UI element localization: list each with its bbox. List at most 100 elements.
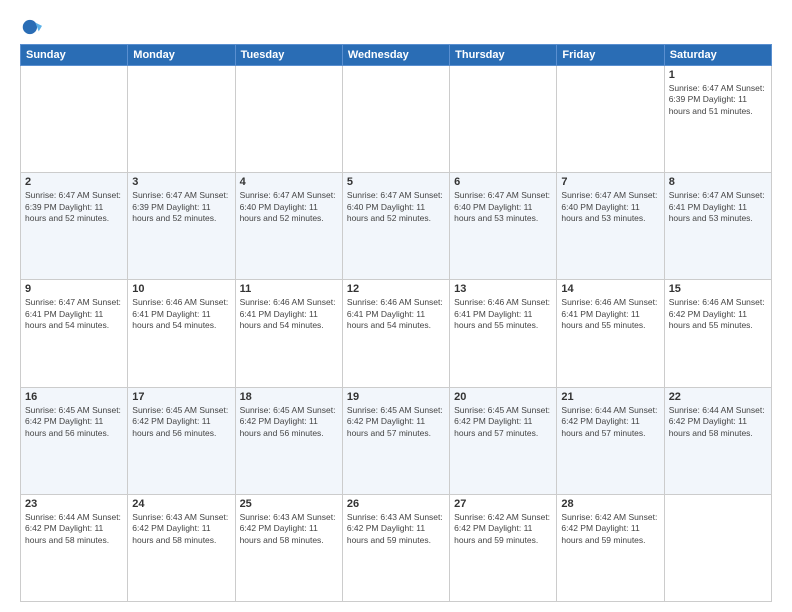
day-cell [128,66,235,173]
day-info: Sunrise: 6:47 AM Sunset: 6:41 PM Dayligh… [25,297,123,331]
weekday-header-wednesday: Wednesday [342,45,449,66]
day-number: 12 [347,283,445,295]
day-cell: 5 Sunrise: 6:47 AM Sunset: 6:40 PM Daylig… [342,173,449,280]
day-cell: 28 Sunrise: 6:42 AM Sunset: 6:42 PM Dayli… [557,494,664,601]
day-info: Sunrise: 6:46 AM Sunset: 6:41 PM Dayligh… [240,297,338,331]
day-cell: 22 Sunrise: 6:44 AM Sunset: 6:42 PM Dayli… [664,387,771,494]
day-cell: 27 Sunrise: 6:42 AM Sunset: 6:42 PM Dayli… [450,494,557,601]
day-number: 19 [347,391,445,403]
day-number: 3 [132,176,230,188]
day-number: 21 [561,391,659,403]
day-number: 25 [240,498,338,510]
day-number: 16 [25,391,123,403]
day-number: 2 [25,176,123,188]
day-info: Sunrise: 6:46 AM Sunset: 6:41 PM Dayligh… [347,297,445,331]
day-info: Sunrise: 6:42 AM Sunset: 6:42 PM Dayligh… [561,512,659,546]
day-info: Sunrise: 6:44 AM Sunset: 6:42 PM Dayligh… [561,405,659,439]
day-number: 27 [454,498,552,510]
day-cell: 9 Sunrise: 6:47 AM Sunset: 6:41 PM Daylig… [21,280,128,387]
day-number: 20 [454,391,552,403]
day-cell [342,66,449,173]
day-info: Sunrise: 6:45 AM Sunset: 6:42 PM Dayligh… [132,405,230,439]
week-row-0: 1Sunrise: 6:47 AM Sunset: 6:39 PM Daylig… [21,66,772,173]
day-info: Sunrise: 6:43 AM Sunset: 6:42 PM Dayligh… [132,512,230,546]
day-number: 26 [347,498,445,510]
day-info: Sunrise: 6:47 AM Sunset: 6:40 PM Dayligh… [561,190,659,224]
day-info: Sunrise: 6:43 AM Sunset: 6:42 PM Dayligh… [347,512,445,546]
day-cell: 20 Sunrise: 6:45 AM Sunset: 6:42 PM Dayli… [450,387,557,494]
week-row-4: 23 Sunrise: 6:44 AM Sunset: 6:42 PM Dayli… [21,494,772,601]
day-number: 9 [25,283,123,295]
day-info: Sunrise: 6:46 AM Sunset: 6:41 PM Dayligh… [132,297,230,331]
day-cell: 11 Sunrise: 6:46 AM Sunset: 6:41 PM Dayli… [235,280,342,387]
day-info: Sunrise: 6:47 AM Sunset: 6:39 PM Dayligh… [132,190,230,224]
day-info: Sunrise: 6:45 AM Sunset: 6:42 PM Dayligh… [25,405,123,439]
day-cell: 25 Sunrise: 6:43 AM Sunset: 6:42 PM Dayli… [235,494,342,601]
day-info: Sunrise: 6:45 AM Sunset: 6:42 PM Dayligh… [454,405,552,439]
day-cell: 19 Sunrise: 6:45 AM Sunset: 6:42 PM Dayli… [342,387,449,494]
day-cell: 12 Sunrise: 6:46 AM Sunset: 6:41 PM Dayli… [342,280,449,387]
day-cell: 2 Sunrise: 6:47 AM Sunset: 6:39 PM Daylig… [21,173,128,280]
day-cell: 1Sunrise: 6:47 AM Sunset: 6:39 PM Daylig… [664,66,771,173]
day-info: Sunrise: 6:46 AM Sunset: 6:41 PM Dayligh… [454,297,552,331]
day-cell: 13 Sunrise: 6:46 AM Sunset: 6:41 PM Dayli… [450,280,557,387]
day-cell [664,494,771,601]
day-cell: 23 Sunrise: 6:44 AM Sunset: 6:42 PM Dayli… [21,494,128,601]
week-row-3: 16 Sunrise: 6:45 AM Sunset: 6:42 PM Dayli… [21,387,772,494]
day-cell [235,66,342,173]
day-info: Sunrise: 6:45 AM Sunset: 6:42 PM Dayligh… [347,405,445,439]
day-number: 14 [561,283,659,295]
day-cell: 3 Sunrise: 6:47 AM Sunset: 6:39 PM Daylig… [128,173,235,280]
day-cell: 21 Sunrise: 6:44 AM Sunset: 6:42 PM Dayli… [557,387,664,494]
day-info: Sunrise: 6:47 AM Sunset: 6:40 PM Dayligh… [347,190,445,224]
day-cell: 24Sunrise: 6:43 AM Sunset: 6:42 PM Dayli… [128,494,235,601]
day-info: Sunrise: 6:44 AM Sunset: 6:42 PM Dayligh… [25,512,123,546]
day-number: 18 [240,391,338,403]
day-cell: 17 Sunrise: 6:45 AM Sunset: 6:42 PM Dayli… [128,387,235,494]
day-info: Sunrise: 6:47 AM Sunset: 6:39 PM Dayligh… [25,190,123,224]
page: SundayMondayTuesdayWednesdayThursdayFrid… [0,0,792,612]
day-info: Sunrise: 6:43 AM Sunset: 6:42 PM Dayligh… [240,512,338,546]
day-info: Sunrise: 6:47 AM Sunset: 6:41 PM Dayligh… [669,190,767,224]
day-number: 22 [669,391,767,403]
day-number: 17 [132,391,230,403]
day-cell: 6 Sunrise: 6:47 AM Sunset: 6:40 PM Daylig… [450,173,557,280]
day-number: 8 [669,176,767,188]
header [20,16,772,38]
day-cell: 14 Sunrise: 6:46 AM Sunset: 6:41 PM Dayli… [557,280,664,387]
weekday-header-monday: Monday [128,45,235,66]
day-cell: 8 Sunrise: 6:47 AM Sunset: 6:41 PM Daylig… [664,173,771,280]
logo-icon [20,16,42,38]
day-cell: 26 Sunrise: 6:43 AM Sunset: 6:42 PM Dayli… [342,494,449,601]
day-cell [557,66,664,173]
day-number: 6 [454,176,552,188]
day-info: Sunrise: 6:44 AM Sunset: 6:42 PM Dayligh… [669,405,767,439]
day-number: 23 [25,498,123,510]
day-info: Sunrise: 6:46 AM Sunset: 6:41 PM Dayligh… [561,297,659,331]
day-info: Sunrise: 6:47 AM Sunset: 6:40 PM Dayligh… [454,190,552,224]
day-cell: 7 Sunrise: 6:47 AM Sunset: 6:40 PM Daylig… [557,173,664,280]
day-cell: 18 Sunrise: 6:45 AM Sunset: 6:42 PM Dayli… [235,387,342,494]
day-cell [21,66,128,173]
day-number: 5 [347,176,445,188]
day-number: 11 [240,283,338,295]
weekday-header-row: SundayMondayTuesdayWednesdayThursdayFrid… [21,45,772,66]
weekday-header-tuesday: Tuesday [235,45,342,66]
week-row-2: 9 Sunrise: 6:47 AM Sunset: 6:41 PM Daylig… [21,280,772,387]
day-number: 15 [669,283,767,295]
day-number: 7 [561,176,659,188]
day-info: Sunrise: 6:46 AM Sunset: 6:42 PM Dayligh… [669,297,767,331]
day-cell: 15 Sunrise: 6:46 AM Sunset: 6:42 PM Dayli… [664,280,771,387]
day-info: Sunrise: 6:42 AM Sunset: 6:42 PM Dayligh… [454,512,552,546]
weekday-header-sunday: Sunday [21,45,128,66]
day-number: 28 [561,498,659,510]
weekday-header-saturday: Saturday [664,45,771,66]
weekday-header-thursday: Thursday [450,45,557,66]
day-number: 10 [132,283,230,295]
day-number: 4 [240,176,338,188]
day-cell [450,66,557,173]
day-info: Sunrise: 6:47 AM Sunset: 6:40 PM Dayligh… [240,190,338,224]
day-info: Sunrise: 6:45 AM Sunset: 6:42 PM Dayligh… [240,405,338,439]
day-number: 13 [454,283,552,295]
weekday-header-friday: Friday [557,45,664,66]
